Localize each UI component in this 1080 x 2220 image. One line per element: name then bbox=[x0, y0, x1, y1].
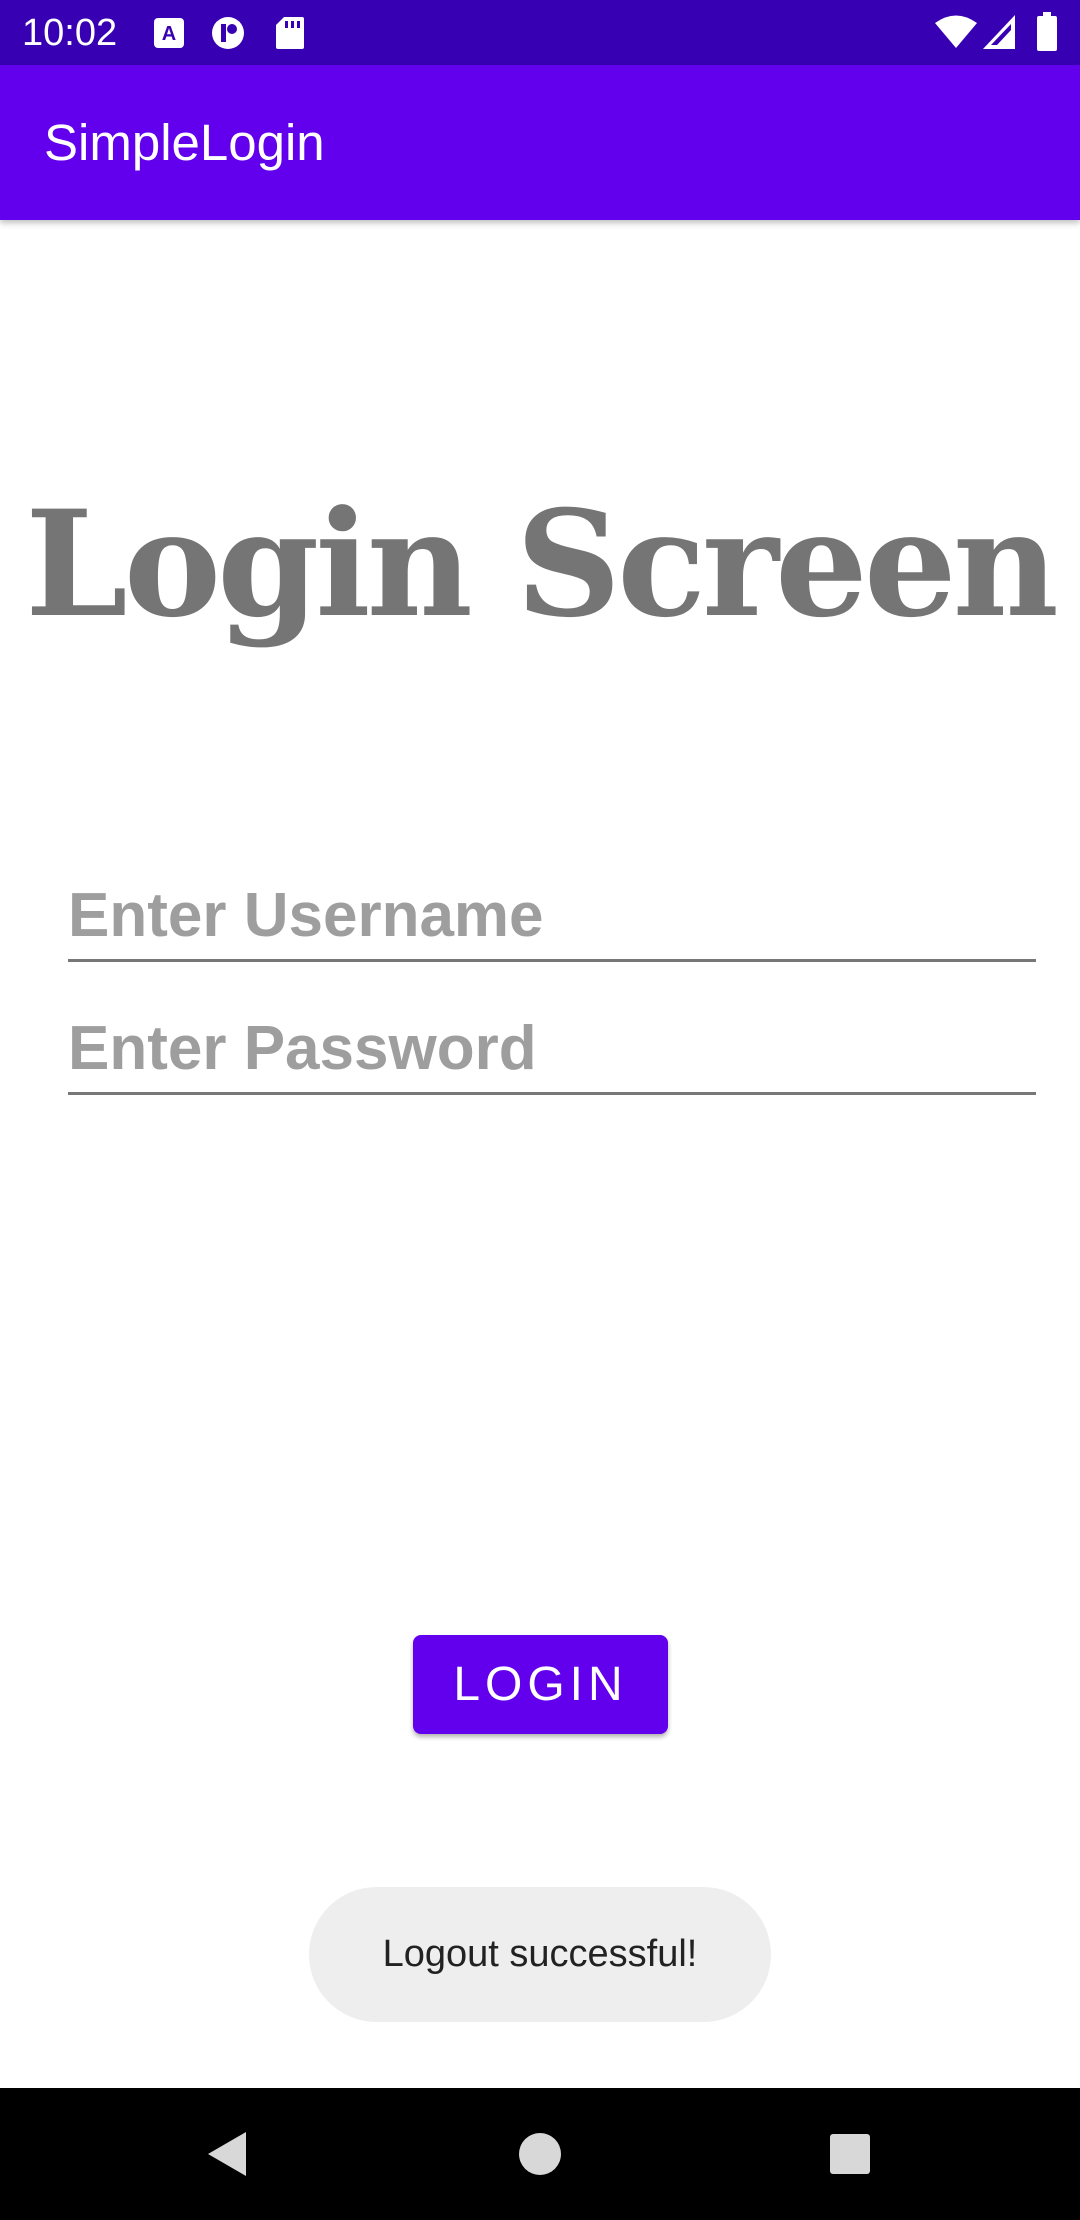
username-field-container bbox=[68, 872, 1036, 962]
font-download-icon: A bbox=[152, 16, 186, 50]
svg-text:A: A bbox=[162, 23, 176, 45]
back-icon[interactable] bbox=[204, 2129, 248, 2179]
password-input[interactable] bbox=[68, 1005, 1036, 1092]
app-bar: SimpleLogin bbox=[0, 65, 1080, 220]
toast-message: Logout successful! bbox=[309, 1887, 771, 2022]
toast-text: Logout successful! bbox=[382, 1933, 698, 1975]
status-bar: 10:02 A bbox=[0, 0, 1080, 65]
battery-icon bbox=[1036, 12, 1058, 52]
wifi-icon bbox=[934, 14, 978, 50]
sd-card-icon bbox=[275, 16, 305, 50]
status-time: 10:02 bbox=[22, 12, 118, 54]
login-headline: Login Screen bbox=[25, 479, 1059, 650]
recents-icon[interactable] bbox=[828, 2129, 872, 2179]
app-title: SimpleLogin bbox=[44, 114, 325, 171]
navigation-bar bbox=[0, 2088, 1080, 2220]
circle-badge-icon bbox=[209, 16, 247, 50]
username-input[interactable] bbox=[68, 872, 1036, 959]
home-icon[interactable] bbox=[518, 2129, 562, 2179]
cell-signal-icon bbox=[982, 14, 1016, 50]
password-field-container bbox=[68, 1005, 1036, 1095]
login-button[interactable]: LOGIN bbox=[413, 1635, 668, 1734]
